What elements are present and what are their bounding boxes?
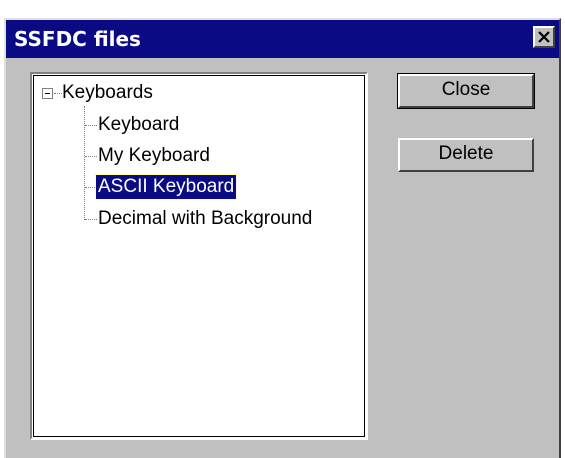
tree-connector (85, 156, 97, 157)
tree-item-keyboard[interactable]: Keyboard (98, 113, 179, 137)
collapse-toggle-icon[interactable] (42, 88, 53, 99)
tree-connector (84, 106, 85, 220)
tree-item-keyboards[interactable]: Keyboards (62, 81, 153, 105)
title-bar[interactable]: SSFDC files (6, 20, 559, 58)
tree-item-ascii-keyboard[interactable]: ASCII Keyboard (94, 174, 238, 200)
close-icon (538, 31, 550, 43)
close-window-button[interactable] (533, 26, 555, 48)
delete-button[interactable]: Delete (398, 138, 534, 172)
tree-item-my-keyboard[interactable]: My Keyboard (98, 144, 210, 168)
tree-connector (85, 187, 95, 188)
window-title: SSFDC files (14, 27, 141, 51)
tree-connector (54, 93, 62, 94)
ssfdc-files-dialog: SSFDC files Keyboards Keyboard My Keyboa… (4, 18, 561, 458)
tree-connector (85, 125, 97, 126)
tree-item-decimal-with-background[interactable]: Decimal with Background (98, 207, 312, 231)
close-button[interactable]: Close (397, 73, 535, 109)
tree-connector (85, 219, 97, 220)
keyboards-tree-view[interactable]: Keyboards Keyboard My Keyboard ASCII Key… (30, 72, 368, 440)
